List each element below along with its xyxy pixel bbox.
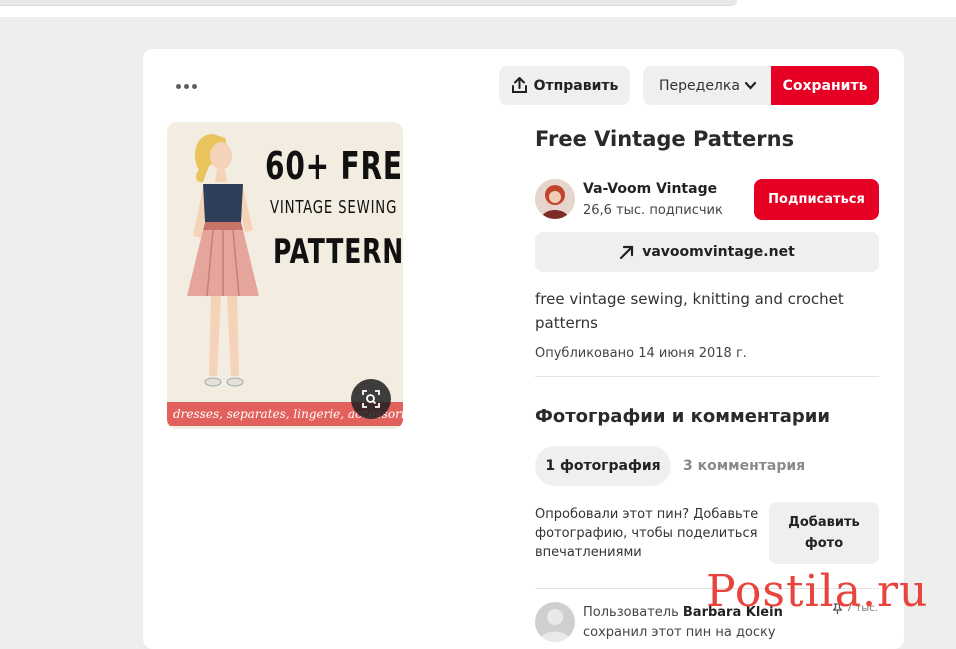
visual-search-button[interactable]	[351, 379, 391, 419]
board-select[interactable]: Переделка	[643, 66, 771, 105]
published-date: Опубликовано 14 июня 2018 г.	[535, 346, 747, 361]
image-subhead: VINTAGE SEWING	[270, 197, 398, 218]
more-options-button[interactable]	[171, 75, 201, 97]
pin-description: free vintage sewing, knitting and croche…	[535, 290, 844, 332]
follow-button[interactable]: Подписаться	[754, 179, 879, 220]
share-icon	[511, 77, 527, 93]
watermark: Postila.ru	[706, 566, 929, 617]
visit-site-button[interactable]: vavoomvintage.net	[535, 232, 879, 272]
photos-comments-title: Фотографии и комментарии	[535, 406, 831, 427]
dot	[191, 83, 197, 89]
try-pin-prompt: Опробовали этот пин? Добавьте фотографию…	[535, 507, 759, 560]
author-name[interactable]: Va-Voom Vintage	[583, 181, 717, 197]
tab-photos[interactable]: 1 фотография	[535, 446, 671, 486]
chevron-down-icon	[744, 81, 757, 90]
pin-title: Free Vintage Patterns	[535, 127, 795, 151]
add-photo-label: Добавить фото	[788, 515, 860, 551]
activity-avatar[interactable]	[535, 602, 575, 642]
avatar-image	[535, 179, 575, 219]
add-photo-button[interactable]: Добавить фото	[769, 502, 879, 564]
board-select-label: Переделка	[659, 77, 740, 94]
divider	[535, 376, 879, 377]
pin-image[interactable]: 60+ FREE VINTAGE SEWING PATTERNS dresses…	[167, 122, 403, 429]
search-bar[interactable]	[0, 0, 737, 6]
share-label: Отправить	[533, 77, 619, 94]
illustration-woman	[187, 134, 259, 387]
lens-icon	[362, 390, 380, 408]
save-button[interactable]: Сохранить	[771, 66, 879, 105]
image-patterns: PATTERNS	[273, 232, 403, 272]
arrow-up-right-icon	[620, 245, 634, 259]
author-followers: 26,6 тыс. подписчик	[583, 203, 723, 218]
share-button[interactable]: Отправить	[499, 66, 630, 105]
user-placeholder-icon	[539, 609, 571, 642]
image-headline: 60+ FREE	[265, 144, 403, 188]
dot	[183, 83, 189, 89]
author-avatar[interactable]	[535, 179, 575, 219]
site-link-label: vavoomvintage.net	[642, 244, 795, 260]
tab-comments[interactable]: 3 комментария	[683, 446, 805, 486]
dot	[175, 83, 181, 89]
top-bar	[0, 0, 956, 17]
pin-card: Отправить Переделка Сохранить 60+ FREE V…	[143, 49, 904, 649]
activity-text: сохранил этот пин на доску	[583, 625, 776, 640]
activity-prefix: Пользователь	[583, 605, 679, 620]
